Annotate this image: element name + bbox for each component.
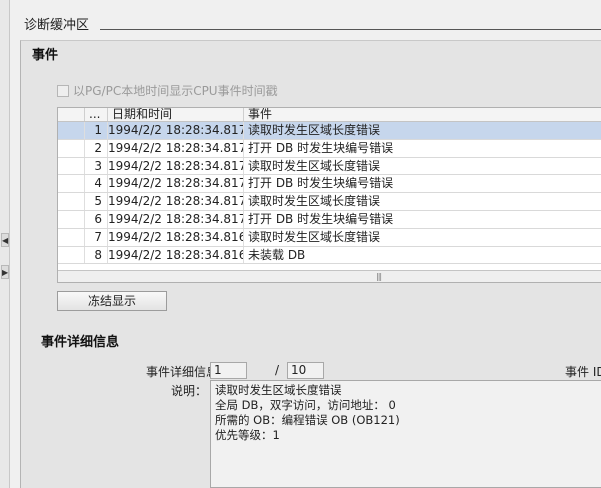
row-event: 读取时发生区域长度错误 — [243, 122, 601, 139]
row-gutter — [58, 140, 84, 157]
header-datetime[interactable]: 日期和时间 — [107, 108, 243, 121]
description-line: 所需的 OB：编程错误 OB (OB121) — [215, 413, 400, 427]
row-gutter — [58, 193, 84, 210]
scroll-grip-icon[interactable]: ||| — [376, 273, 382, 281]
row-event: 打开 DB 时发生块编号错误 — [243, 139, 601, 157]
row-datetime: 1994/2/2 18:28:34.817 — [107, 157, 243, 175]
event-current-field[interactable]: 1 — [210, 362, 247, 379]
header-event[interactable]: 事件 — [243, 108, 601, 121]
table-row[interactable]: 7 1994/2/2 18:28:34.816 读取时发生区域长度错误 — [58, 228, 601, 247]
left-splitter[interactable]: ◀ ▶ — [0, 0, 10, 488]
table-row[interactable]: 8 1994/2/2 18:28:34.816 未装载 DB — [58, 246, 601, 265]
table-row[interactable]: 1 1994/2/2 18:28:34.817 读取时发生区域长度错误 — [58, 122, 601, 140]
table-row[interactable]: 5 1994/2/2 18:28:34.817 读取时发生区域长度错误 — [58, 193, 601, 211]
row-datetime: 1994/2/2 18:28:34.817 — [107, 139, 243, 157]
local-time-checkbox-row: 以PG/PC本地时间显示CPU事件时间戳 — [57, 82, 278, 99]
row-gutter — [58, 175, 84, 192]
row-datetime: 1994/2/2 18:28:34.816 — [107, 228, 243, 246]
table-body: 1 1994/2/2 18:28:34.817 读取时发生区域长度错误 2 1994/2… — [58, 122, 601, 265]
table-row[interactable]: 4 1994/2/2 18:28:34.817 打开 DB 时发生块编号错误 — [58, 175, 601, 194]
row-datetime: 1994/2/2 18:28:34.817 — [107, 122, 243, 139]
row-index: 1 — [84, 122, 107, 139]
description-label: 说明： — [171, 384, 208, 398]
row-event: 打开 DB 时发生块编号错误 — [243, 175, 601, 193]
header-gutter — [58, 108, 84, 121]
table-row[interactable]: 6 1994/2/2 18:28:34.817 打开 DB 时发生块编号错误 — [58, 210, 601, 229]
description-line: 优先等级：1 — [215, 428, 280, 442]
row-datetime: 1994/2/2 18:28:34.817 — [107, 175, 243, 193]
row-event: 打开 DB 时发生块编号错误 — [243, 210, 601, 228]
row-event: 未装载 DB — [243, 246, 601, 264]
row-index: 6 — [84, 210, 107, 228]
row-gutter — [58, 122, 84, 139]
horizontal-scrollbar[interactable]: ||| — [58, 270, 601, 282]
row-index: 4 — [84, 175, 107, 193]
header-index[interactable]: ... — [84, 108, 107, 121]
row-gutter — [58, 211, 84, 228]
row-event: 读取时发生区域长度错误 — [243, 193, 601, 210]
events-section-title: 事件 — [32, 48, 59, 63]
event-total-field: 10 — [287, 362, 324, 379]
row-index: 2 — [84, 139, 107, 157]
panel-title: 诊断缓冲区 — [24, 18, 90, 33]
event-id-label: 事件 ID — [565, 365, 601, 379]
row-event: 读取时发生区域长度错误 — [243, 157, 601, 175]
row-gutter — [58, 158, 84, 175]
row-datetime: 1994/2/2 18:28:34.816 — [107, 246, 243, 264]
expand-right-icon[interactable]: ▶ — [1, 265, 9, 279]
description-line: 全局 DB，双字访问，访问地址： 0 — [215, 398, 396, 412]
description-box: 读取时发生区域长度错误 全局 DB，双字访问，访问地址： 0 所需的 OB：编程… — [210, 380, 601, 488]
local-time-checkbox-label: 以PG/PC本地时间显示CPU事件时间戳 — [73, 84, 278, 98]
event-details-title: 事件详细信息 — [41, 335, 120, 350]
row-index: 3 — [84, 157, 107, 175]
table-header: ... 日期和时间 事件 — [58, 108, 601, 122]
title-divider — [100, 29, 601, 30]
row-datetime: 1994/2/2 18:28:34.817 — [107, 193, 243, 210]
table-row[interactable]: 2 1994/2/2 18:28:34.817 打开 DB 时发生块编号错误 — [58, 139, 601, 158]
row-gutter — [58, 247, 84, 264]
row-index: 8 — [84, 246, 107, 264]
row-event: 读取时发生区域长度错误 — [243, 228, 601, 246]
description-line: 读取时发生区域长度错误 — [215, 383, 342, 397]
row-index: 7 — [84, 228, 107, 246]
row-datetime: 1994/2/2 18:28:34.817 — [107, 210, 243, 228]
event-separator: / — [275, 363, 280, 377]
collapse-left-icon[interactable]: ◀ — [1, 233, 9, 247]
row-gutter — [58, 229, 84, 246]
row-index: 5 — [84, 193, 107, 210]
events-table: ... 日期和时间 事件 1 1994/2/2 18:28:34.817 读取时发生… — [57, 107, 601, 283]
freeze-display-button[interactable]: 冻结显示 — [57, 291, 167, 311]
local-time-checkbox — [57, 84, 69, 97]
table-row[interactable]: 3 1994/2/2 18:28:34.817 读取时发生区域长度错误 — [58, 157, 601, 176]
